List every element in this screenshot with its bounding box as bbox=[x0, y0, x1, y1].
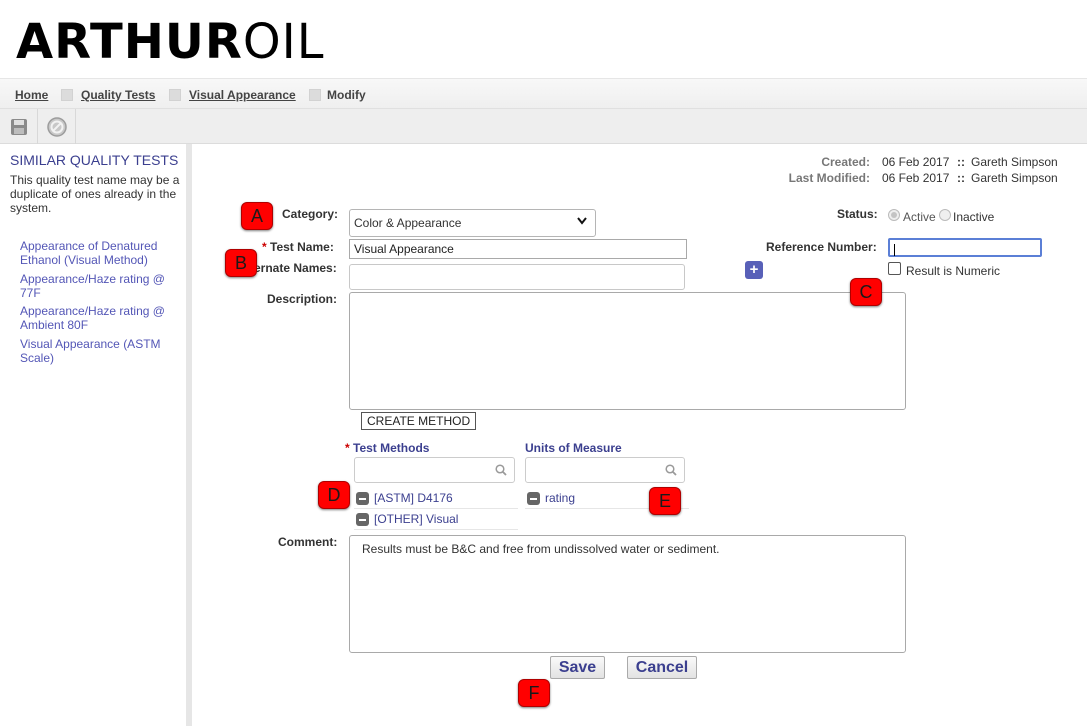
remove-unit-button[interactable] bbox=[527, 492, 540, 505]
breadcrumb-visual-appearance[interactable]: Visual Appearance bbox=[189, 88, 296, 102]
category-label: Category: bbox=[282, 207, 339, 221]
result-numeric-label: Result is Numeric bbox=[906, 264, 1001, 278]
test-method-name: [OTHER] Visual bbox=[374, 512, 459, 526]
status-inactive-radio[interactable] bbox=[939, 209, 951, 221]
status-active-radio[interactable] bbox=[888, 209, 900, 221]
description-label: Description: bbox=[267, 292, 338, 306]
comment-label: Comment: bbox=[278, 535, 338, 549]
callout-marker: C bbox=[850, 278, 882, 306]
breadcrumb-separator-icon bbox=[61, 89, 73, 101]
chevron-down-icon bbox=[577, 217, 587, 228]
category-select[interactable]: Color & Appearance bbox=[349, 209, 596, 237]
last-modified-label: Last Modified: bbox=[788, 171, 870, 185]
test-name-label: * Test Name: bbox=[262, 240, 334, 254]
callout-marker: D bbox=[318, 481, 350, 509]
test-method-name: [ASTM] D4176 bbox=[374, 491, 453, 505]
unit-name: rating bbox=[545, 491, 576, 505]
units-of-measure-header: Units of Measure bbox=[525, 441, 622, 455]
breadcrumb: Home Quality Tests Visual Appearance Mod… bbox=[0, 78, 1087, 108]
remove-test-method-button[interactable] bbox=[356, 513, 369, 526]
search-icon bbox=[665, 464, 677, 476]
remove-test-method-button[interactable] bbox=[356, 492, 369, 505]
similar-tests-sidebar: SIMILAR QUALITY TESTS This quality test … bbox=[0, 144, 192, 726]
meta-separator: :: bbox=[957, 171, 965, 185]
status-label: Status: bbox=[837, 207, 878, 221]
breadcrumb-modify: Modify bbox=[327, 88, 366, 102]
reference-number-input[interactable] bbox=[888, 238, 1042, 257]
test-method-row: [OTHER] Visual bbox=[354, 509, 518, 530]
breadcrumb-separator-icon bbox=[169, 89, 181, 101]
similar-test-link[interactable]: Appearance/Haze rating @ 77F bbox=[20, 272, 180, 300]
test-methods-header: * Test Methods bbox=[345, 441, 430, 455]
brand-logo: ARTHUROIL bbox=[16, 14, 325, 70]
reference-number-label: Reference Number: bbox=[766, 240, 877, 254]
similar-test-link[interactable]: Appearance of Denatured Ethanol (Visual … bbox=[20, 239, 180, 267]
test-methods-search-input[interactable] bbox=[354, 457, 515, 483]
main-form: Created: 06 Feb 2017 :: Gareth Simpson L… bbox=[198, 144, 1087, 726]
similar-test-link[interactable]: Appearance/Haze rating @ Ambient 80F bbox=[20, 304, 180, 332]
callout-marker: A bbox=[241, 202, 273, 230]
cancel-button[interactable]: Cancel bbox=[627, 656, 697, 679]
similar-test-link[interactable]: Visual Appearance (ASTM Scale) bbox=[20, 337, 180, 365]
test-method-row: [ASTM] D4176 bbox=[354, 488, 518, 509]
callout-marker: E bbox=[649, 487, 681, 515]
floppy-disk-icon bbox=[11, 119, 27, 135]
comment-textarea[interactable]: Results must be B&C and free from undiss… bbox=[349, 535, 906, 653]
units-search-input[interactable] bbox=[525, 457, 685, 483]
callout-marker: B bbox=[225, 249, 257, 277]
breadcrumb-separator-icon bbox=[309, 89, 321, 101]
plus-icon: + bbox=[749, 261, 759, 278]
toolbar bbox=[0, 108, 1087, 144]
sidebar-title: SIMILAR QUALITY TESTS bbox=[10, 152, 179, 168]
breadcrumb-quality-tests[interactable]: Quality Tests bbox=[81, 88, 155, 102]
logo-bar: ARTHUROIL bbox=[0, 0, 1087, 78]
save-button[interactable]: Save bbox=[550, 656, 605, 679]
save-toolbar-button[interactable] bbox=[0, 109, 38, 144]
created-date: 06 Feb 2017 bbox=[882, 155, 950, 169]
alternate-names-input[interactable] bbox=[349, 264, 685, 290]
sidebar-description: This quality test name may be a duplicat… bbox=[10, 173, 180, 215]
callout-marker: F bbox=[518, 679, 550, 707]
last-modified-by: Gareth Simpson bbox=[971, 171, 1058, 185]
breadcrumb-home[interactable]: Home bbox=[15, 88, 48, 102]
cancel-circle-icon bbox=[47, 117, 67, 137]
created-label: Created: bbox=[821, 155, 870, 169]
alternate-names-label: ernate Names: bbox=[254, 261, 337, 275]
search-icon bbox=[495, 464, 507, 476]
last-modified-date: 06 Feb 2017 bbox=[882, 171, 950, 185]
add-alternate-name-button[interactable]: + bbox=[745, 261, 763, 279]
status-inactive-label: Inactive bbox=[953, 210, 995, 224]
meta-separator: :: bbox=[957, 155, 965, 169]
category-selected-value: Color & Appearance bbox=[354, 216, 462, 230]
create-method-button[interactable]: CREATE METHOD bbox=[361, 412, 477, 430]
status-active-label: Active bbox=[903, 210, 936, 224]
result-numeric-checkbox[interactable] bbox=[888, 262, 901, 275]
created-by: Gareth Simpson bbox=[971, 155, 1058, 169]
description-textarea[interactable] bbox=[349, 292, 906, 410]
cancel-toolbar-button[interactable] bbox=[38, 109, 76, 144]
test-name-input[interactable]: Visual Appearance bbox=[349, 239, 687, 259]
